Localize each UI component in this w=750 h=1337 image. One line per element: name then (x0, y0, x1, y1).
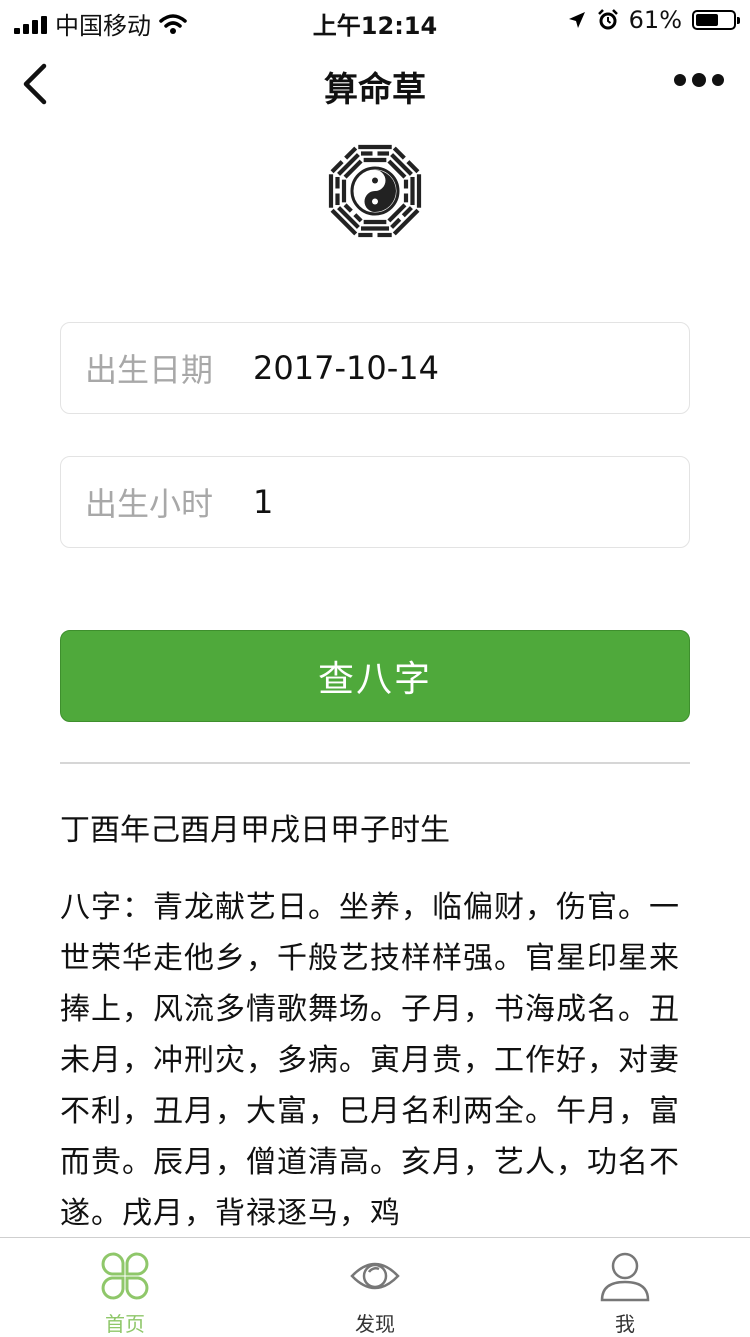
user-icon (600, 1252, 650, 1302)
birth-hour-label: 出生小时 (85, 485, 214, 523)
battery-icon (692, 10, 740, 30)
location-arrow-icon (568, 12, 585, 28)
status-bar: 中国移动 上午12:14 61% (0, 0, 750, 40)
eye-icon (350, 1262, 400, 1290)
birth-hour-input[interactable] (253, 483, 653, 521)
tab-discover[interactable]: 发现 (250, 1238, 500, 1336)
birth-date-label: 出生日期 (85, 351, 214, 389)
birth-hour-field[interactable]: 出生小时 (60, 456, 690, 548)
page-title: 算命草 (324, 70, 426, 110)
tab-me[interactable]: 我 (500, 1238, 750, 1336)
more-dots-icon[interactable] (674, 73, 724, 87)
birth-date-field[interactable]: 出生日期 (60, 322, 690, 414)
tab-discover-label: 发现 (355, 1312, 395, 1336)
clover-icon (101, 1252, 149, 1300)
tab-bar: 首页 发现 我 (0, 1237, 750, 1336)
result-title: 丁酉年己酉月甲戌日甲子时生 (60, 813, 450, 848)
result-body: 八字：青龙献艺日。坐养，临偏财，伤官。一世荣华走他乡，千般艺技样样强。官星印星来… (60, 890, 680, 1231)
tab-me-label: 我 (615, 1312, 635, 1336)
nav-bar: 算命草 (0, 44, 750, 124)
battery-percent: 61% (628, 6, 682, 34)
result-panel: 丁酉年己酉月甲戌日甲子时生 八字：青龙献艺日。坐养，临偏财，伤官。一世荣华走他乡… (60, 808, 690, 1262)
tab-home[interactable]: 首页 (0, 1238, 250, 1336)
query-bazi-button[interactable]: 查八字 (60, 630, 690, 722)
alarm-icon (597, 9, 618, 30)
tab-home-label: 首页 (105, 1312, 145, 1336)
status-right: 61% (567, 6, 740, 34)
divider (60, 762, 690, 764)
bagua-yin-yang-icon (328, 144, 422, 238)
birth-date-input[interactable] (253, 349, 653, 387)
